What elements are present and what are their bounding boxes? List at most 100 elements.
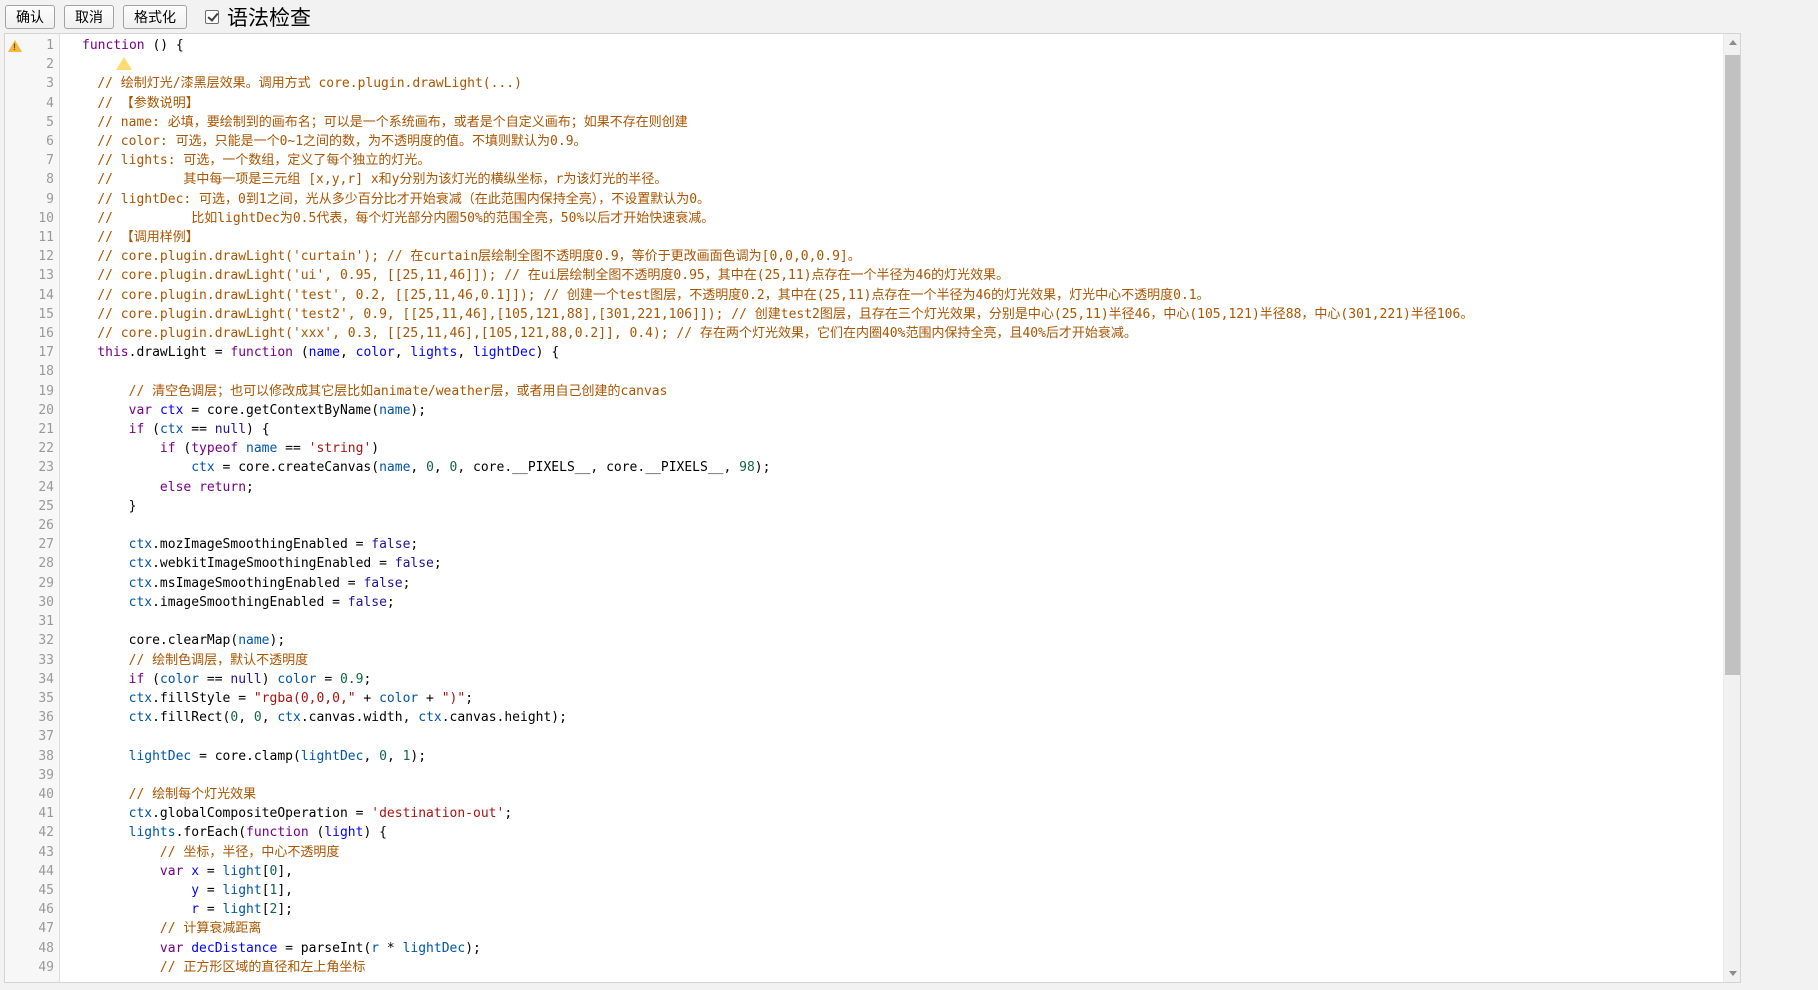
- scroll-up-button[interactable]: [1724, 34, 1741, 51]
- line-number: 24: [24, 478, 60, 497]
- code-line[interactable]: 26: [5, 516, 1723, 535]
- code-line[interactable]: 19 // 清空色调层；也可以修改成其它层比如animate/weather层，…: [5, 382, 1723, 401]
- line-number: 8: [24, 170, 60, 189]
- line-number: 44: [24, 862, 60, 881]
- code-line[interactable]: 11 // 【调用样例】: [5, 228, 1723, 247]
- code-line[interactable]: 7 // lights: 可选，一个数组，定义了每个独立的灯光。: [5, 151, 1723, 170]
- code-line[interactable]: 8 // 其中每一项是三元组 [x,y,r] x和y分别为该灯光的横纵坐标，r为…: [5, 170, 1723, 189]
- lint-marker-slot: [5, 305, 24, 324]
- lint-marker-slot: [5, 574, 24, 593]
- code-text: // lightDec: 可选，0到1之间，光从多少百分比才开始衰减（在此范围内…: [60, 190, 1496, 209]
- code-text: // 清空色调层；也可以修改成其它层比如animate/weather层，或者用…: [60, 382, 1496, 401]
- code-line[interactable]: 23 ctx = core.createCanvas(name, 0, 0, c…: [5, 458, 1723, 477]
- scrollbar-thumb[interactable]: [1725, 55, 1740, 675]
- code-line[interactable]: 24 else return;: [5, 478, 1723, 497]
- code-text: // lights: 可选，一个数组，定义了每个独立的灯光。: [60, 151, 1496, 170]
- code-line[interactable]: 10 // 比如lightDec为0.5代表，每个灯光部分内圈50%的范围全亮，…: [5, 209, 1723, 228]
- code-line[interactable]: 15 // core.plugin.drawLight('test2', 0.9…: [5, 305, 1723, 324]
- code-line[interactable]: 42 lights.forEach(function (light) {: [5, 823, 1723, 842]
- code-line[interactable]: 2: [5, 55, 1723, 74]
- lint-marker-slot: [5, 382, 24, 401]
- code-line[interactable]: 41 ctx.globalCompositeOperation = 'desti…: [5, 804, 1723, 823]
- code-line[interactable]: 44 var x = light[0],: [5, 862, 1723, 881]
- code-line[interactable]: 49 // 正方形区域的直径和左上角坐标: [5, 958, 1723, 977]
- code-line[interactable]: 32 core.clearMap(name);: [5, 631, 1723, 650]
- gutter-cell: 46: [5, 900, 60, 919]
- syntax-check-checkbox[interactable]: [205, 10, 219, 24]
- lint-warning-icon: [8, 40, 22, 52]
- code-line[interactable]: 21 if (ctx == null) {: [5, 420, 1723, 439]
- code-text: // core.plugin.drawLight('ui', 0.95, [[2…: [60, 266, 1496, 285]
- code-text: ctx.msImageSmoothingEnabled = false;: [60, 574, 1496, 593]
- lint-marker-slot: [5, 228, 24, 247]
- gutter-cell: 45: [5, 881, 60, 900]
- code-line[interactable]: 25 }: [5, 497, 1723, 516]
- code-line[interactable]: 12 // core.plugin.drawLight('curtain'); …: [5, 247, 1723, 266]
- lint-marker-slot: [5, 458, 24, 477]
- code-line[interactable]: 36 ctx.fillRect(0, 0, ctx.canvas.width, …: [5, 708, 1723, 727]
- cancel-button[interactable]: 取消: [64, 5, 114, 29]
- code-line[interactable]: 14 // core.plugin.drawLight('test', 0.2,…: [5, 286, 1723, 305]
- code-line[interactable]: 17 this.drawLight = function (name, colo…: [5, 343, 1723, 362]
- code-line[interactable]: 3 // 绘制灯光/漆黑层效果。调用方式 core.plugin.drawLig…: [5, 74, 1723, 93]
- code-line[interactable]: 18: [5, 362, 1723, 381]
- gutter-cell: 30: [5, 593, 60, 612]
- lint-marker-slot: [5, 631, 24, 650]
- code-line[interactable]: 5 // name: 必填，要绘制到的画布名；可以是一个系统画布，或者是个自定义…: [5, 113, 1723, 132]
- scroll-down-button[interactable]: [1724, 965, 1741, 982]
- code-text: [60, 612, 1496, 631]
- gutter-cell: 47: [5, 919, 60, 938]
- code-line[interactable]: 48 var decDistance = parseInt(r * lightD…: [5, 939, 1723, 958]
- code-text: // 计算衰减距离: [60, 919, 1496, 938]
- confirm-button[interactable]: 确认: [5, 5, 55, 29]
- code-line[interactable]: 43 // 坐标，半径，中心不透明度: [5, 843, 1723, 862]
- code-line[interactable]: 4 // 【参数说明】: [5, 94, 1723, 113]
- code-editor[interactable]: 1function () {23 // 绘制灯光/漆黑层效果。调用方式 core…: [4, 33, 1741, 983]
- code-text: this.drawLight = function (name, color, …: [60, 343, 1496, 362]
- lint-marker-slot: [5, 651, 24, 670]
- code-line[interactable]: 34 if (color == null) color = 0.9;: [5, 670, 1723, 689]
- gutter-cell: 28: [5, 554, 60, 573]
- code-text: }: [60, 497, 1496, 516]
- code-line[interactable]: 29 ctx.msImageSmoothingEnabled = false;: [5, 574, 1723, 593]
- gutter-cell: 24: [5, 478, 60, 497]
- code-text: ctx.imageSmoothingEnabled = false;: [60, 593, 1496, 612]
- code-line[interactable]: 37: [5, 727, 1723, 746]
- code-line[interactable]: 39: [5, 766, 1723, 785]
- code-line[interactable]: 20 var ctx = core.getContextByName(name)…: [5, 401, 1723, 420]
- code-text: ctx.fillRect(0, 0, ctx.canvas.width, ctx…: [60, 708, 1496, 727]
- lint-marker-slot: [5, 516, 24, 535]
- gutter-cell: 7: [5, 151, 60, 170]
- gutter-cell: 48: [5, 939, 60, 958]
- lint-marker-slot: [5, 170, 24, 189]
- code-line[interactable]: 27 ctx.mozImageSmoothingEnabled = false;: [5, 535, 1723, 554]
- code-line[interactable]: 45 y = light[1],: [5, 881, 1723, 900]
- gutter-cell: 19: [5, 382, 60, 401]
- code-line[interactable]: 33 // 绘制色调层，默认不透明度: [5, 651, 1723, 670]
- line-number: 18: [24, 362, 60, 381]
- line-number: 25: [24, 497, 60, 516]
- gutter-cell: 23: [5, 458, 60, 477]
- vertical-scrollbar[interactable]: [1723, 34, 1740, 982]
- code-line[interactable]: 38 lightDec = core.clamp(lightDec, 0, 1)…: [5, 747, 1723, 766]
- code-line[interactable]: 47 // 计算衰减距离: [5, 919, 1723, 938]
- code-line[interactable]: 22 if (typeof name == 'string'): [5, 439, 1723, 458]
- code-text: // 坐标，半径，中心不透明度: [60, 843, 1496, 862]
- code-line[interactable]: 35 ctx.fillStyle = "rgba(0,0,0," + color…: [5, 689, 1723, 708]
- code-line[interactable]: 13 // core.plugin.drawLight('ui', 0.95, …: [5, 266, 1723, 285]
- code-line[interactable]: 40 // 绘制每个灯光效果: [5, 785, 1723, 804]
- lint-marker-slot: [5, 286, 24, 305]
- code-line[interactable]: 16 // core.plugin.drawLight('xxx', 0.3, …: [5, 324, 1723, 343]
- format-button[interactable]: 格式化: [123, 5, 187, 29]
- lint-marker-slot: [5, 266, 24, 285]
- lint-marker-slot: [5, 862, 24, 881]
- code-line[interactable]: 30 ctx.imageSmoothingEnabled = false;: [5, 593, 1723, 612]
- code-line[interactable]: 6 // color: 可选，只能是一个0~1之间的数，为不透明度的值。不填则默…: [5, 132, 1723, 151]
- code-line[interactable]: 9 // lightDec: 可选，0到1之间，光从多少百分比才开始衰减（在此范…: [5, 190, 1723, 209]
- lint-marker-slot: [5, 151, 24, 170]
- code-line[interactable]: 1function () {: [5, 36, 1723, 55]
- code-line[interactable]: 28 ctx.webkitImageSmoothingEnabled = fal…: [5, 554, 1723, 573]
- line-number: 14: [24, 286, 60, 305]
- code-line[interactable]: 31: [5, 612, 1723, 631]
- code-line[interactable]: 46 r = light[2];: [5, 900, 1723, 919]
